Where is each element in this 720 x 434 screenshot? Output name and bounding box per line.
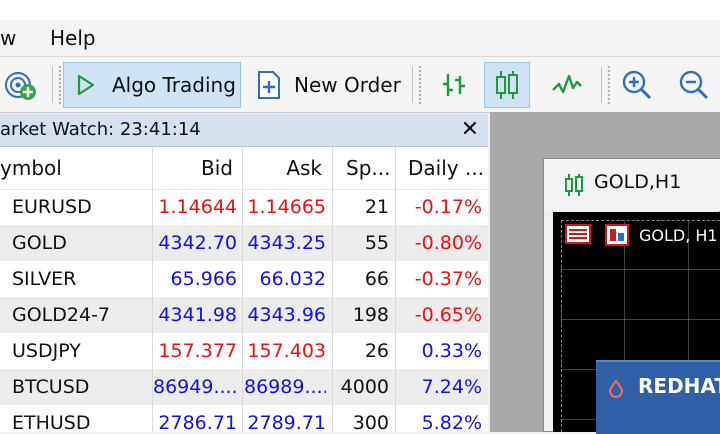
toolbar-grip [607,65,611,105]
table-row[interactable]: USDJPY 157.377 157.403 26 0.33% [0,333,488,369]
cell-spread: 4000 [340,376,389,398]
column-header-daily[interactable]: Daily ... [408,147,484,189]
algo-trading-play-icon [77,74,95,96]
candlestick-icon [496,71,518,99]
cell-symbol: GOLD24-7 [12,304,111,326]
cell-bid: 1.14644 [158,196,237,218]
column-divider [332,147,333,432]
zoom-in-icon [622,70,652,100]
toolbar-separator [412,67,413,103]
column-divider [152,147,153,432]
cell-spread: 300 [352,412,389,432]
cell-ask: 86989.... [244,376,326,398]
chart-tab-icon [565,174,583,196]
cell-ask: 66.032 [259,268,326,290]
cell-ask: 157.403 [247,340,326,362]
column-header-ask[interactable]: Ask [244,147,322,189]
column-header-bid[interactable]: Bid [153,147,233,189]
market-watch-title: arket Watch: 23:41:14 [0,119,201,140]
toolbar-grip [58,65,62,105]
cell-spread: 66 [364,268,389,290]
market-watch-table: ymbol Bid Ask Sp... Daily ... EURUSD 1.14… [0,147,488,432]
menu-help[interactable]: Help [50,20,96,56]
table-row[interactable]: ETHUSD 2786.71 2789.71 300 5.82% [0,405,488,432]
table-row[interactable]: EURUSD 1.14644 1.14665 21 -0.17% [0,189,488,225]
cell-spread: 21 [364,196,389,218]
redhat-panel-title: REDHAT [638,374,720,398]
title-bar [0,0,720,20]
signals-button[interactable] [4,62,42,108]
cell-spread: 26 [364,340,389,362]
menu-bar: w Help [0,20,720,57]
table-row[interactable]: SILVER 65.966 66.032 66 -0.37% [0,261,488,297]
close-icon[interactable]: ✕ [458,117,482,143]
cell-symbol: SILVER [12,268,77,290]
column-divider [395,147,396,432]
new-order-label: New Order [294,73,401,97]
cell-symbol: BTCUSD [12,376,90,398]
cell-daily-change: -0.65% [414,304,482,326]
cell-bid: 4341.98 [158,304,237,326]
new-order-button[interactable]: New Order [256,62,402,108]
zoom-in-button[interactable] [618,62,656,108]
column-header-symbol[interactable]: ymbol [0,147,62,189]
line-chart-icon [552,74,582,94]
cell-daily-change: -0.37% [414,268,482,290]
market-watch-header: arket Watch: 23:41:14 ✕ [0,114,488,147]
expert-icon[interactable] [605,224,629,246]
table-row[interactable]: GOLD24-7 4341.98 4343.96 198 -0.65% [0,297,488,333]
chart-tab-title: GOLD,H1 [594,171,682,193]
cell-bid: 65.966 [170,268,237,290]
cell-ask: 1.14665 [247,196,326,218]
cell-symbol: GOLD [12,232,67,254]
chart-tab[interactable]: GOLD,H1 [544,159,720,211]
cell-daily-change: -0.17% [414,196,482,218]
cell-bid: 157.377 [158,340,237,362]
cell-daily-change: 7.24% [421,376,482,398]
column-header-spread[interactable]: Sp... [346,147,390,189]
cell-ask: 2789.71 [247,412,326,432]
table-row[interactable]: BTCUSD 86949.... 86989.... 4000 7.24% [0,369,488,405]
cell-symbol: EURUSD [12,196,92,218]
line-chart-button[interactable] [544,62,590,108]
redhat-panel[interactable]: REDHAT [596,360,720,434]
cell-bid: 4342.70 [158,232,237,254]
menu-view[interactable]: w [0,20,16,56]
table-header: ymbol Bid Ask Sp... Daily ... [0,147,488,190]
cell-bid: 2786.71 [158,412,237,432]
new-order-icon [258,71,280,99]
toolbar-separator [601,67,602,103]
indicator-list-icon[interactable] [565,224,591,244]
cell-bid: 86949.... [153,376,237,398]
redhat-logo-icon [608,379,624,398]
zoom-out-button[interactable] [674,62,714,108]
bar-chart-icon [443,74,465,96]
candlestick-button[interactable] [484,62,530,108]
cell-symbol: USDJPY [12,340,81,362]
cell-spread: 198 [352,304,389,326]
table-row[interactable]: GOLD 4342.70 4343.25 55 -0.80% [0,225,488,261]
chart-symbol-label: GOLD, H1 [639,226,718,245]
cell-daily-change: -0.80% [414,232,482,254]
cell-spread: 55 [364,232,389,254]
signals-icon [5,72,36,100]
algo-trading-label: Algo Trading [112,73,236,97]
column-divider [242,147,243,432]
cell-ask: 4343.96 [247,304,326,326]
cell-daily-change: 5.82% [421,412,482,432]
bar-chart-button[interactable] [432,62,476,108]
toolbar: Algo Trading New Order [0,57,720,113]
zoom-out-icon [679,70,709,100]
cell-daily-change: 0.33% [421,340,482,362]
cell-symbol: ETHUSD [12,412,91,432]
algo-trading-button[interactable]: Algo Trading [63,62,241,108]
cell-ask: 4343.25 [247,232,326,254]
toolbar-separator [52,67,53,103]
toolbar-grip [418,65,422,105]
